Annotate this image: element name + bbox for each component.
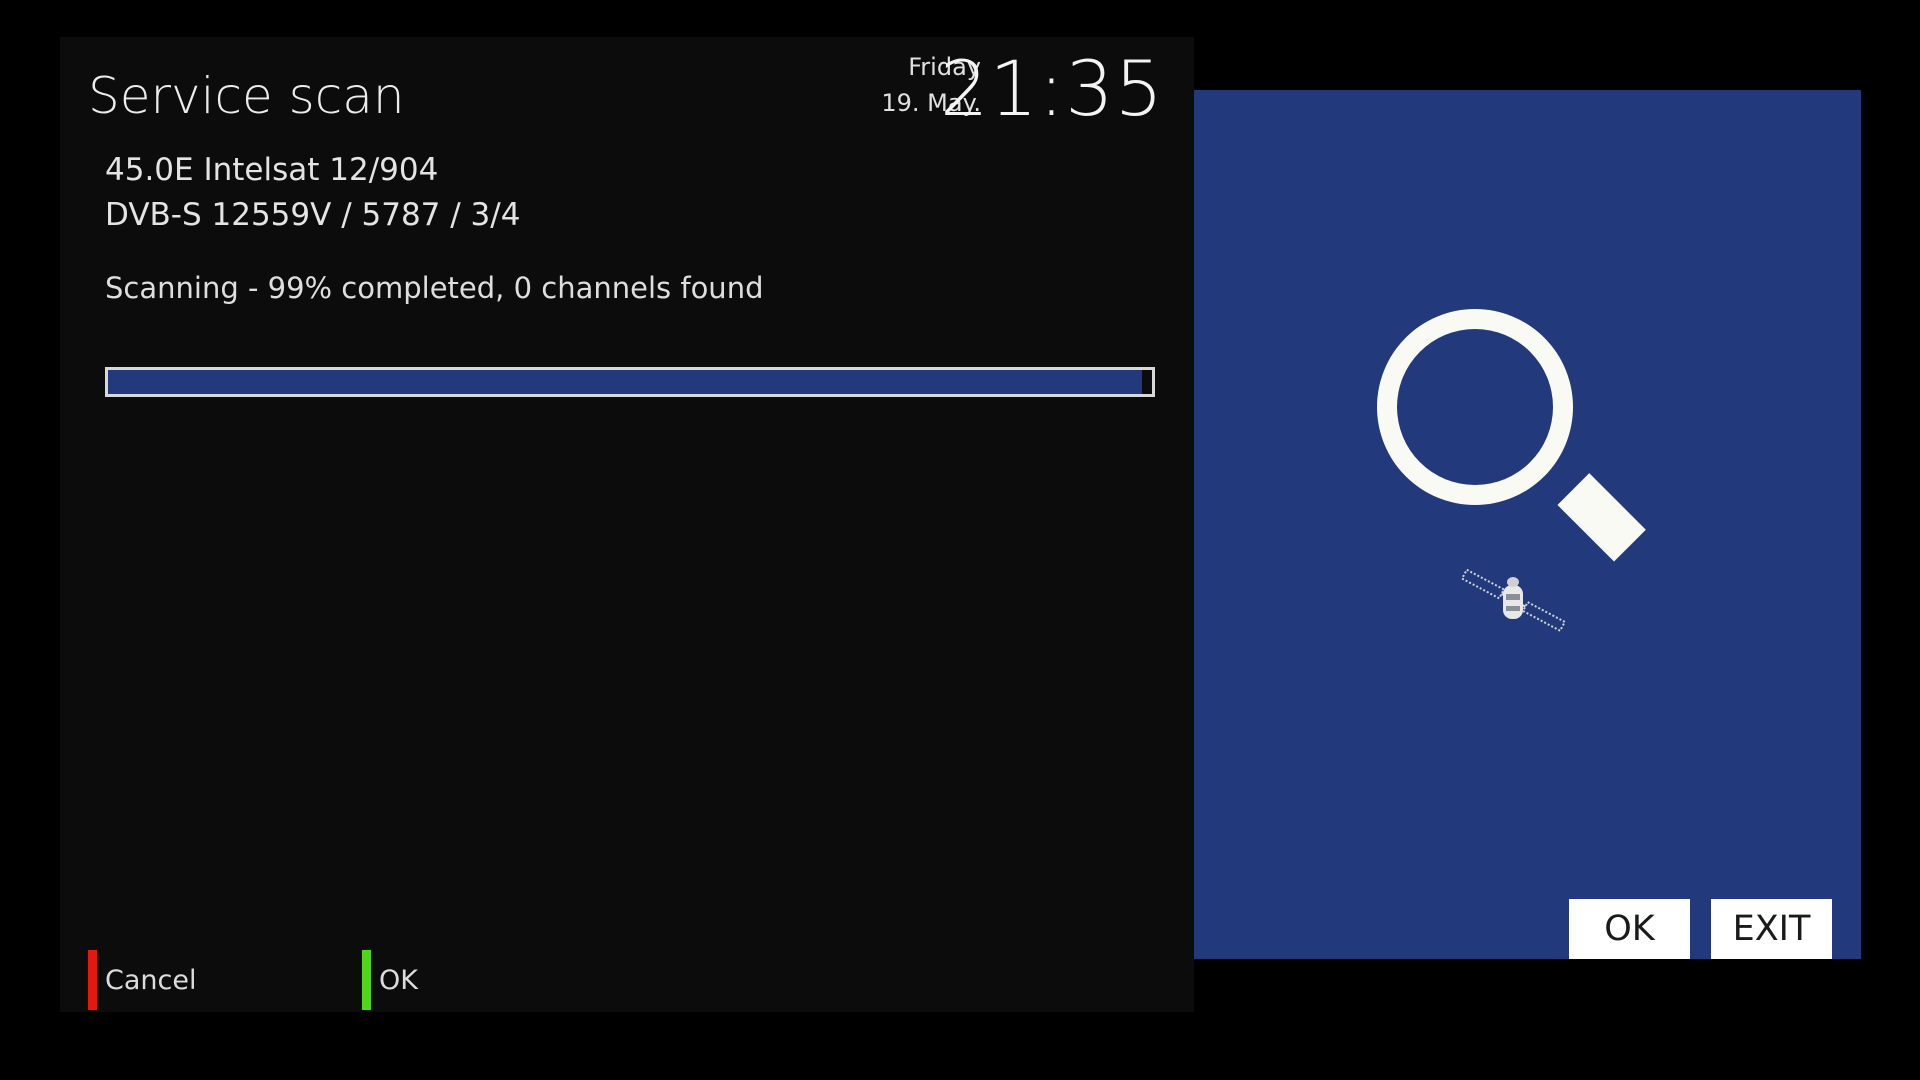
- screen: Service scan Friday 19. May. 21:35 45.0E…: [0, 0, 1920, 1080]
- clock: 21:35: [939, 44, 1164, 133]
- side-panel: OK EXIT: [1194, 90, 1861, 959]
- cancel-button[interactable]: Cancel: [88, 950, 196, 1010]
- ok-button[interactable]: OK: [362, 950, 418, 1010]
- scan-graphic: [1377, 309, 1646, 633]
- cancel-label: Cancel: [105, 964, 197, 996]
- side-exit-button[interactable]: EXIT: [1711, 899, 1832, 959]
- scan-status: Scanning - 99% completed, 0 channels fou…: [105, 271, 764, 305]
- magnifier-icon: [1377, 309, 1646, 562]
- satellite-info: 45.0E Intelsat 12/904: [105, 152, 439, 188]
- green-key-indicator: [362, 950, 371, 1010]
- ok-label: OK: [379, 964, 418, 996]
- red-key-indicator: [88, 950, 97, 1010]
- transponder-info: DVB-S 12559V / 5787 / 3/4: [105, 197, 521, 233]
- page-title: Service scan: [88, 67, 405, 125]
- satellite-icon: [1460, 568, 1567, 633]
- side-ok-button[interactable]: OK: [1569, 899, 1690, 959]
- service-scan-dialog: Service scan Friday 19. May. 21:35 45.0E…: [60, 37, 1194, 1012]
- scan-progress-bar: [105, 367, 1155, 397]
- scan-progress-fill: [108, 370, 1142, 394]
